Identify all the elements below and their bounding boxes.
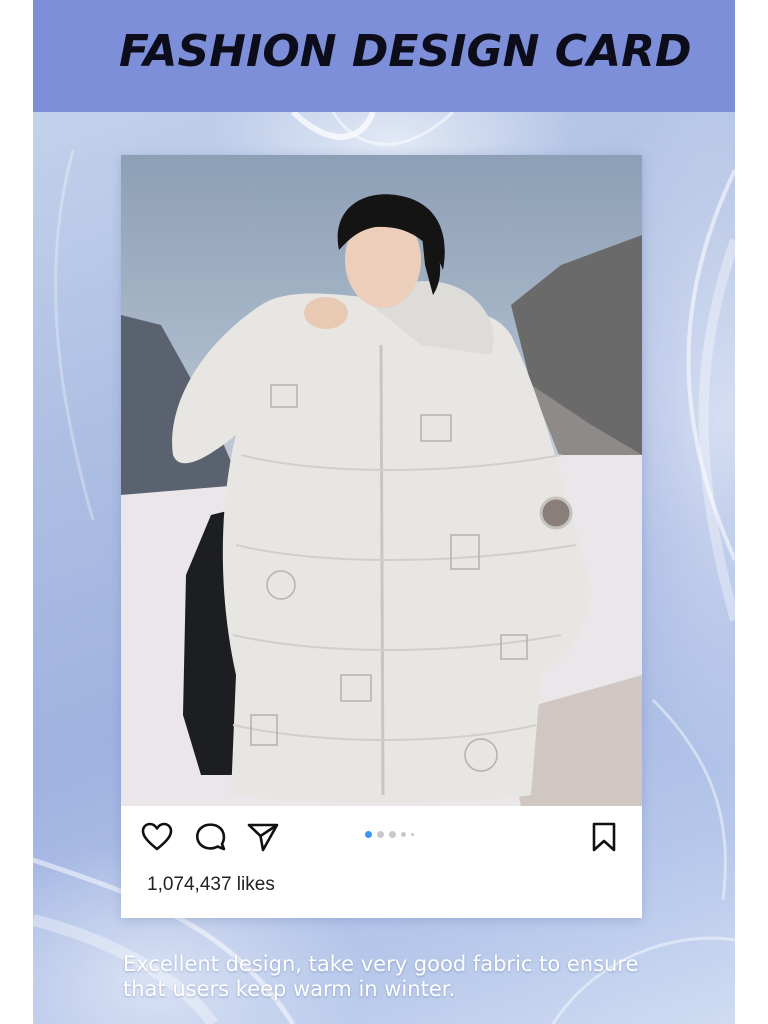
likes-count[interactable]: 1,074,437 likes [147, 874, 275, 896]
post-action-bar: 1,074,437 likes [121, 806, 642, 918]
carousel-dot[interactable] [377, 830, 384, 838]
heart-icon[interactable] [141, 822, 173, 852]
bookmark-icon[interactable] [591, 822, 617, 852]
carousel-indicator [365, 830, 414, 838]
model-in-white-puffer-jacket-image [121, 194, 642, 806]
paper-plane-icon[interactable] [247, 822, 279, 852]
speech-bubble-icon[interactable] [195, 822, 227, 852]
carousel-dot[interactable] [389, 830, 396, 838]
page-title: FASHION DESIGN CARD [119, 26, 692, 77]
carousel-dot[interactable] [411, 832, 414, 836]
header-banner: FASHION DESIGN CARD [33, 0, 735, 112]
fashion-card-page: FASHION DESIGN CARD 1,074,437 likes Exce… [33, 0, 735, 1024]
post-card: 1,074,437 likes [121, 155, 642, 918]
carousel-dot-active[interactable] [365, 830, 372, 838]
post-photo[interactable] [121, 155, 642, 806]
carousel-dot[interactable] [401, 831, 406, 837]
caption-line-1: Excellent design, take very good fabric … [123, 952, 639, 976]
caption-text: Excellent design, take very good fabric … [123, 952, 713, 1002]
caption-line-2: that users keep warm in winter. [123, 977, 456, 1001]
